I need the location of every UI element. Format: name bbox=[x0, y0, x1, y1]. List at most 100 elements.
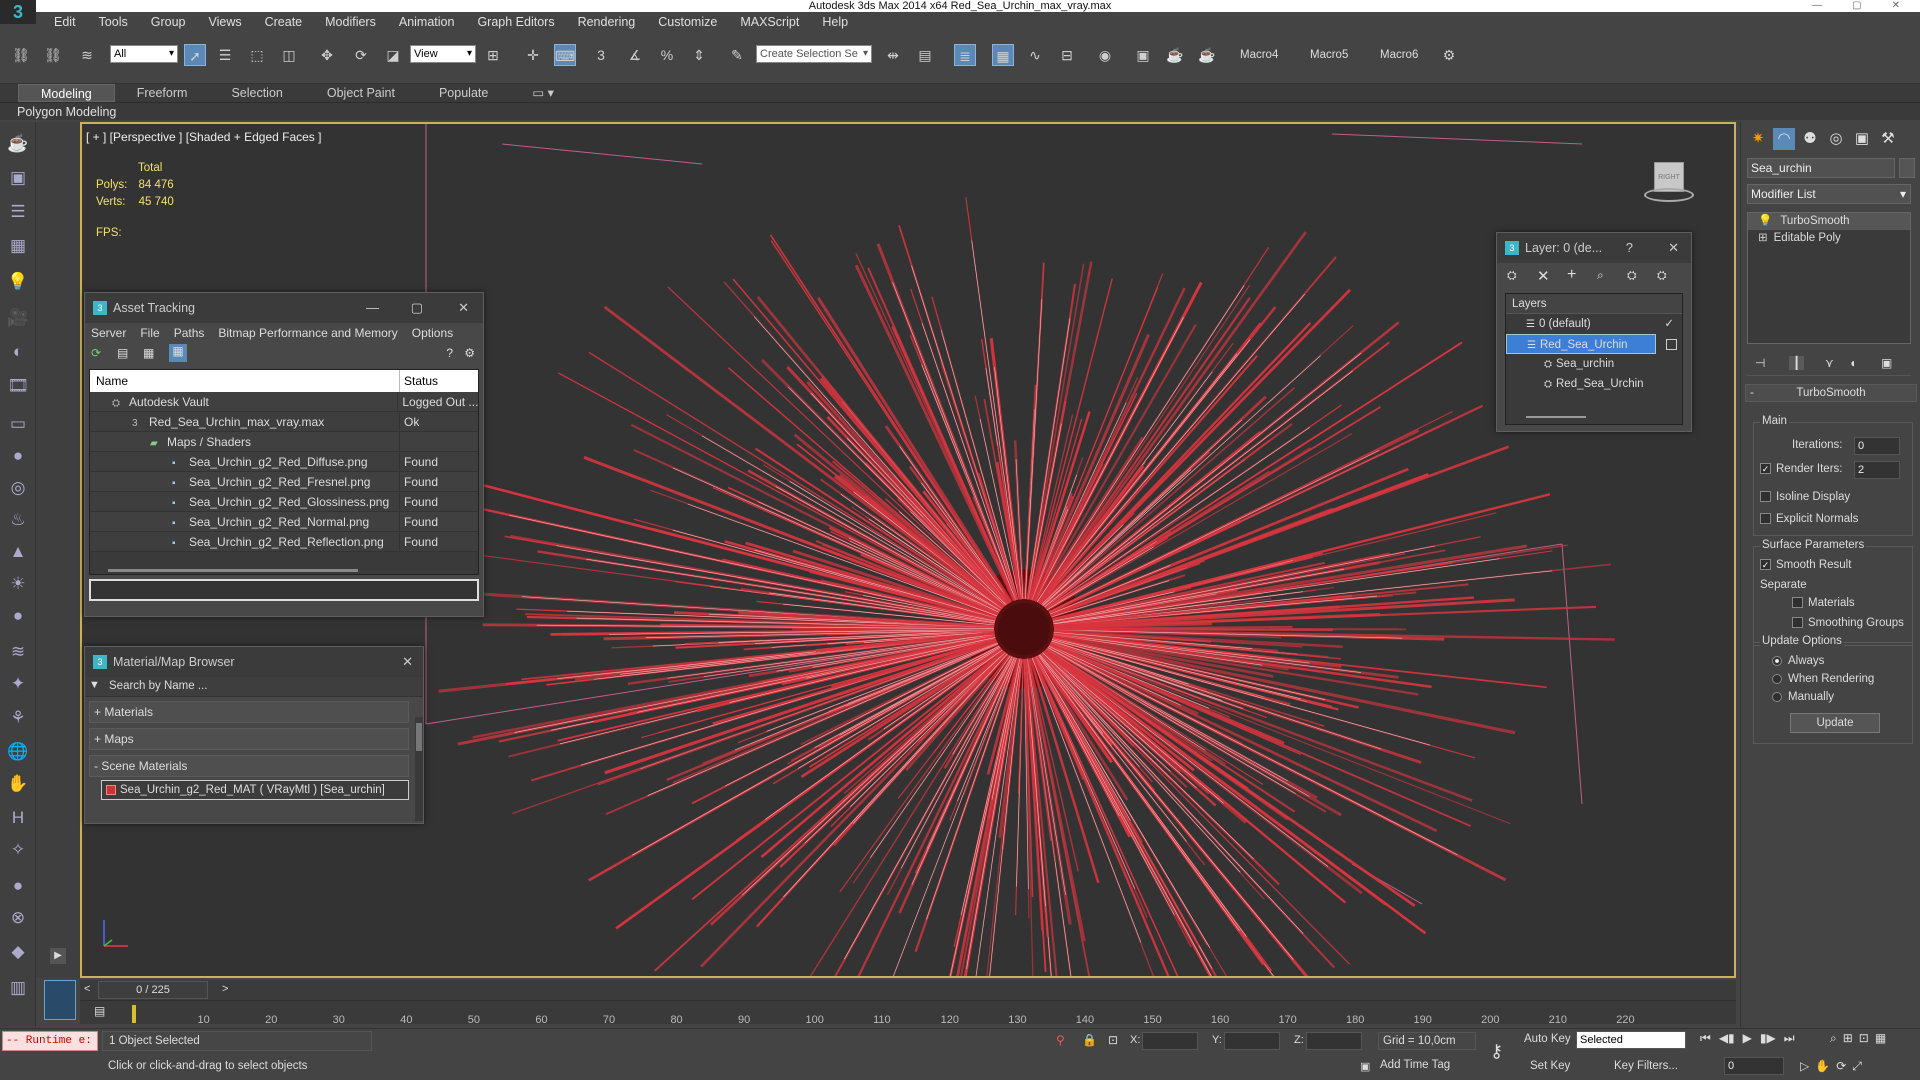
tab-modeling[interactable]: Modeling bbox=[18, 84, 115, 102]
track-bar-icon[interactable]: ▤ bbox=[94, 1004, 105, 1018]
modifier-list-dropdown[interactable]: Modifier List ▾ bbox=[1747, 184, 1911, 204]
tab-freeform[interactable]: Freeform bbox=[115, 84, 210, 102]
play-icon[interactable]: ▶ bbox=[50, 948, 66, 964]
maxscript-listener[interactable]: -- Runtime e: bbox=[2, 1031, 98, 1051]
bind-spacewarp-icon[interactable]: ≋ bbox=[76, 44, 98, 66]
expand-icon[interactable]: ⊞ bbox=[1758, 232, 1768, 244]
spinner-snap-icon[interactable]: ⇕ bbox=[688, 44, 710, 66]
curve-editor-icon[interactable]: ∿ bbox=[1024, 44, 1046, 66]
goto-start-icon[interactable]: ⏮ bbox=[1700, 1031, 1711, 1046]
update-button[interactable]: Update bbox=[1790, 713, 1880, 733]
ribbon-options-icon[interactable]: ▭ ▾ bbox=[510, 84, 576, 102]
next-frame-icon[interactable]: > bbox=[222, 983, 228, 995]
fov-icon[interactable]: ▷ bbox=[1800, 1059, 1809, 1074]
globe-icon[interactable]: 🌐 bbox=[6, 740, 30, 764]
particle-icon[interactable]: ✦ bbox=[6, 672, 30, 696]
teapot-icon[interactable]: ☕ bbox=[6, 132, 30, 156]
menu-rendering[interactable]: Rendering bbox=[578, 15, 636, 29]
select-object-icon[interactable]: ➚ bbox=[184, 44, 206, 66]
hand-icon[interactable]: ✋ bbox=[6, 772, 30, 796]
macro5-button[interactable]: Macro5 bbox=[1310, 49, 1348, 61]
close-icon[interactable]: ✕ bbox=[402, 647, 413, 677]
add-time-tag-button[interactable]: Add Time Tag bbox=[1380, 1059, 1450, 1071]
asset-path-field[interactable] bbox=[89, 579, 479, 601]
hair-icon[interactable]: ≋ bbox=[6, 640, 30, 664]
stack-item-turbosmooth[interactable]: 💡 TurboSmooth bbox=[1748, 213, 1910, 230]
col-status[interactable]: Status bbox=[400, 370, 438, 392]
refresh-icon[interactable]: ⟳ bbox=[91, 346, 101, 360]
menu-server[interactable]: Server bbox=[91, 323, 126, 343]
key-mode-dropdown[interactable]: Selected bbox=[1576, 1031, 1686, 1049]
vray-icon[interactable]: ◆ bbox=[6, 940, 30, 964]
section-maps[interactable]: + Maps bbox=[89, 728, 409, 750]
menu-edit[interactable]: Edit bbox=[54, 15, 76, 29]
maximize-icon[interactable]: ▢ bbox=[411, 293, 423, 323]
configure-sets-icon[interactable]: ▣ bbox=[1881, 356, 1892, 370]
layer-item[interactable]: ⛭ Red_Sea_Urchin bbox=[1506, 374, 1682, 394]
percent-snap-icon[interactable]: % bbox=[656, 44, 678, 66]
next-key-icon[interactable]: ▮▶ bbox=[1760, 1031, 1776, 1046]
smooth-result-checkbox[interactable]: ✓ bbox=[1760, 559, 1771, 571]
key-filters-button[interactable]: Key Filters... bbox=[1614, 1060, 1678, 1072]
z-coord-field[interactable] bbox=[1306, 1032, 1362, 1050]
close-icon[interactable]: ✕ bbox=[1892, 0, 1900, 12]
when-rendering-radio[interactable] bbox=[1772, 673, 1782, 684]
mirror-icon[interactable]: ⇹ bbox=[882, 44, 904, 66]
maximize-viewport-icon[interactable]: ⤢ bbox=[1852, 1059, 1862, 1074]
abs-mode-icon[interactable]: ⊡ bbox=[1108, 1033, 1118, 1047]
layer-select-icon[interactable]: ⌕ bbox=[1597, 268, 1604, 283]
macro6-button[interactable]: Macro6 bbox=[1380, 49, 1418, 61]
hf-icon[interactable]: H bbox=[6, 806, 30, 830]
rect-selection-icon[interactable]: ⬚ bbox=[246, 44, 268, 66]
layer-h-scrollbar[interactable] bbox=[1526, 416, 1586, 418]
asset-row[interactable]: ▪ Sea_Urchin_g2_Red_Diffuse.png Found bbox=[90, 452, 478, 472]
menu-create[interactable]: Create bbox=[265, 15, 303, 29]
menu-options[interactable]: Options bbox=[412, 323, 453, 343]
zoom-all-icon[interactable]: ⊞ bbox=[1843, 1031, 1853, 1046]
always-radio[interactable] bbox=[1772, 655, 1782, 666]
menu-maxscript[interactable]: MAXScript bbox=[740, 15, 799, 29]
helper-icon[interactable]: ◐ bbox=[6, 340, 30, 364]
asset-row[interactable]: ▪ Sea_Urchin_g2_Red_Normal.png Found bbox=[90, 512, 478, 532]
goto-end-icon[interactable]: ⏭ bbox=[1784, 1031, 1795, 1046]
sun-icon[interactable]: ☀ bbox=[6, 572, 30, 596]
help-icon[interactable]: ? bbox=[446, 346, 453, 360]
stack-item-editable-poly[interactable]: ⊞ Editable Poly bbox=[1748, 230, 1910, 247]
menu-paths[interactable]: Paths bbox=[174, 323, 205, 343]
smoothing-groups-checkbox[interactable] bbox=[1792, 617, 1803, 629]
network-icon[interactable]: ⊗ bbox=[6, 906, 30, 930]
table-view-icon[interactable]: ▦ bbox=[143, 346, 154, 360]
link-icon[interactable]: ⛓ bbox=[10, 44, 32, 66]
close-icon[interactable]: ✕ bbox=[458, 293, 469, 323]
menu-animation[interactable]: Animation bbox=[399, 15, 455, 29]
schematic-view-icon[interactable]: ⊟ bbox=[1056, 44, 1078, 66]
asset-tracking-window[interactable]: 3 Asset Tracking — ▢ ✕ Server File Paths… bbox=[84, 292, 484, 617]
keyboard-shortcut-icon[interactable]: ⌨ bbox=[554, 44, 576, 66]
section-scene-materials[interactable]: - Scene Materials bbox=[89, 755, 409, 777]
snaps-toggle-icon[interactable]: 3 bbox=[590, 44, 612, 66]
viewcube[interactable]: RIGHT bbox=[1644, 162, 1694, 204]
render-iters-spinner[interactable]: 2 bbox=[1854, 461, 1900, 479]
search-input[interactable]: Search by Name ... bbox=[109, 680, 207, 692]
lightbulb-icon[interactable]: 💡 bbox=[1758, 215, 1772, 227]
camera-icon[interactable]: 🎥 bbox=[6, 306, 30, 330]
modify-tab-icon[interactable]: ◠ bbox=[1773, 128, 1795, 150]
set-key-button[interactable]: Set Key bbox=[1530, 1060, 1570, 1072]
rig-icon[interactable]: ⚘ bbox=[6, 706, 30, 730]
display-tab-icon[interactable]: ▣ bbox=[1851, 128, 1873, 150]
render-iters-checkbox[interactable]: ✓ bbox=[1760, 463, 1771, 475]
menu-views[interactable]: Views bbox=[208, 15, 241, 29]
select-manipulate-icon[interactable]: ✛ bbox=[522, 44, 544, 66]
filter-icon[interactable]: ▼ bbox=[89, 679, 100, 691]
current-layer-check-icon[interactable]: ✓ bbox=[1664, 314, 1674, 334]
asset-row[interactable]: ▰ Maps / Shaders bbox=[90, 432, 478, 452]
tab-selection[interactable]: Selection bbox=[209, 84, 304, 102]
menu-tools[interactable]: Tools bbox=[99, 15, 128, 29]
create-tab-icon[interactable]: ✷ bbox=[1747, 128, 1769, 150]
scene-explorer-icon[interactable]: ≣ bbox=[954, 44, 976, 66]
render-production-icon[interactable]: ☕ bbox=[1196, 44, 1218, 66]
tab-object-paint[interactable]: Object Paint bbox=[305, 84, 417, 102]
layer-help-icon[interactable]: ? bbox=[1626, 233, 1633, 263]
make-unique-icon[interactable]: ⋎ bbox=[1825, 356, 1834, 370]
layer-new-icon[interactable]: ⛭ bbox=[1507, 268, 1517, 283]
